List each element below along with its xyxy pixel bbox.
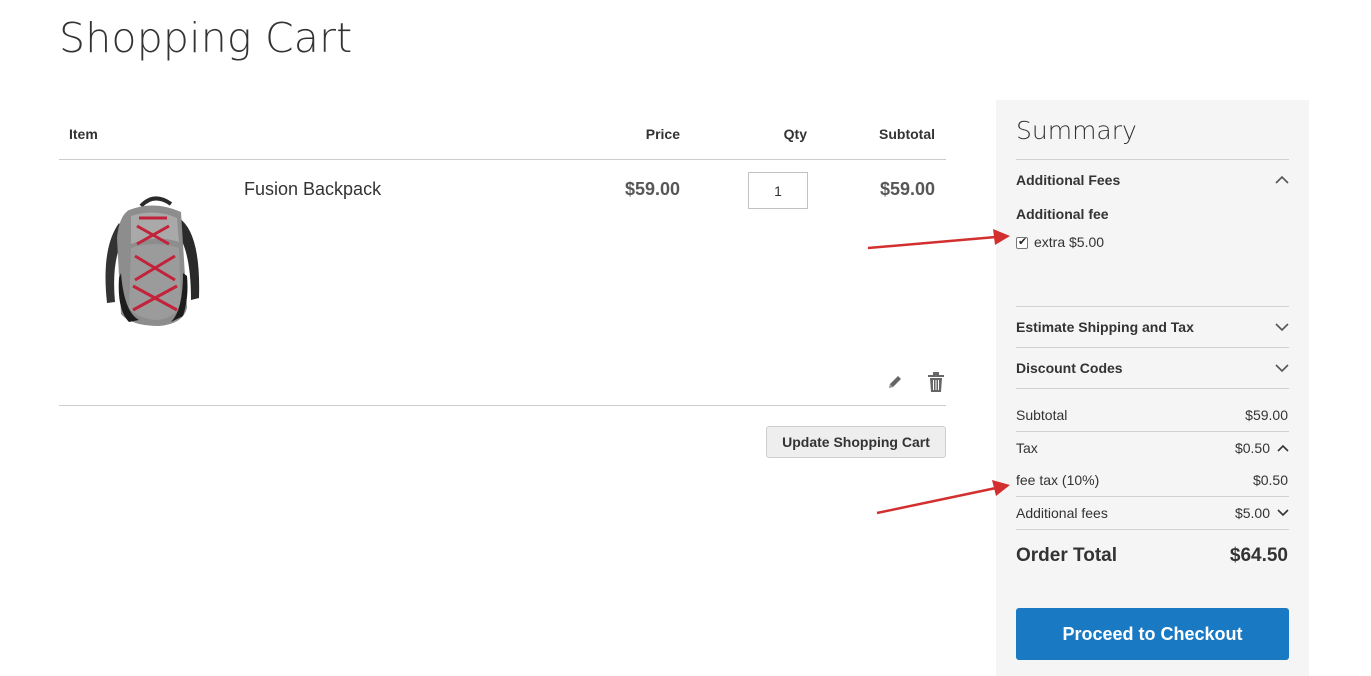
summary-divider [1016,431,1289,432]
annotation-arrow-fee [867,229,1010,250]
chevron-down-icon[interactable] [1277,509,1289,517]
summary-divider [1016,529,1289,530]
subtotal-value: $59.00 [1245,407,1288,423]
chevron-down-icon[interactable] [1275,363,1289,373]
table-divider [59,159,946,160]
estimate-shipping-toggle[interactable]: Estimate Shipping and Tax [1016,319,1194,335]
chevron-down-icon[interactable] [1275,322,1289,332]
annotation-arrow-fee-tax [876,480,1010,515]
fee-tax-label: fee tax (10%) [1016,472,1100,488]
summary-title: Summary [1016,116,1137,145]
additional-fees-label[interactable]: Additional fees [1016,505,1108,521]
chevron-up-icon[interactable] [1275,175,1289,185]
additional-fees-toggle[interactable]: Additional Fees [1016,172,1120,188]
summary-divider [1016,306,1289,307]
summary-divider [1016,347,1289,348]
discount-codes-toggle[interactable]: Discount Codes [1016,360,1123,376]
column-header-price: Price [645,126,680,142]
tax-label[interactable]: Tax [1016,440,1038,456]
additional-fee-heading: Additional fee [1016,206,1109,222]
item-price: $59.00 [624,179,680,199]
product-name-link[interactable]: Fusion Backpack [244,179,381,200]
table-divider [59,405,946,406]
fee-tax-value: $0.50 [1252,472,1288,488]
pencil-icon[interactable] [886,373,904,391]
order-summary: Summary Additional Fees Additional fee ✔… [996,100,1309,676]
chevron-up-icon[interactable] [1277,444,1289,452]
trash-icon[interactable] [928,372,944,392]
tax-value[interactable]: $0.50 [1235,440,1270,456]
qty-input[interactable] [748,172,808,209]
item-subtotal: $59.00 [879,179,935,199]
product-image-backpack[interactable] [79,178,219,348]
order-total-value: $64.50 [1229,545,1288,566]
column-header-item: Item [69,126,98,142]
summary-divider [1016,388,1289,389]
column-header-subtotal: Subtotal [879,126,935,142]
update-cart-button[interactable]: Update Shopping Cart [766,426,946,458]
column-header-qty: Qty [783,126,807,142]
summary-divider [1016,496,1289,497]
page-title: Shopping Cart [59,14,353,62]
extra-fee-label[interactable]: extra $5.00 [1034,234,1104,250]
order-total-label: Order Total [1016,545,1117,566]
subtotal-label: Subtotal [1016,407,1068,423]
summary-divider [1016,159,1289,160]
extra-fee-checkbox[interactable]: ✔ [1016,236,1028,249]
additional-fees-value[interactable]: $5.00 [1235,505,1270,521]
checkmark-icon: ✔ [1018,236,1028,248]
proceed-to-checkout-button[interactable]: Proceed to Checkout [1016,608,1289,660]
